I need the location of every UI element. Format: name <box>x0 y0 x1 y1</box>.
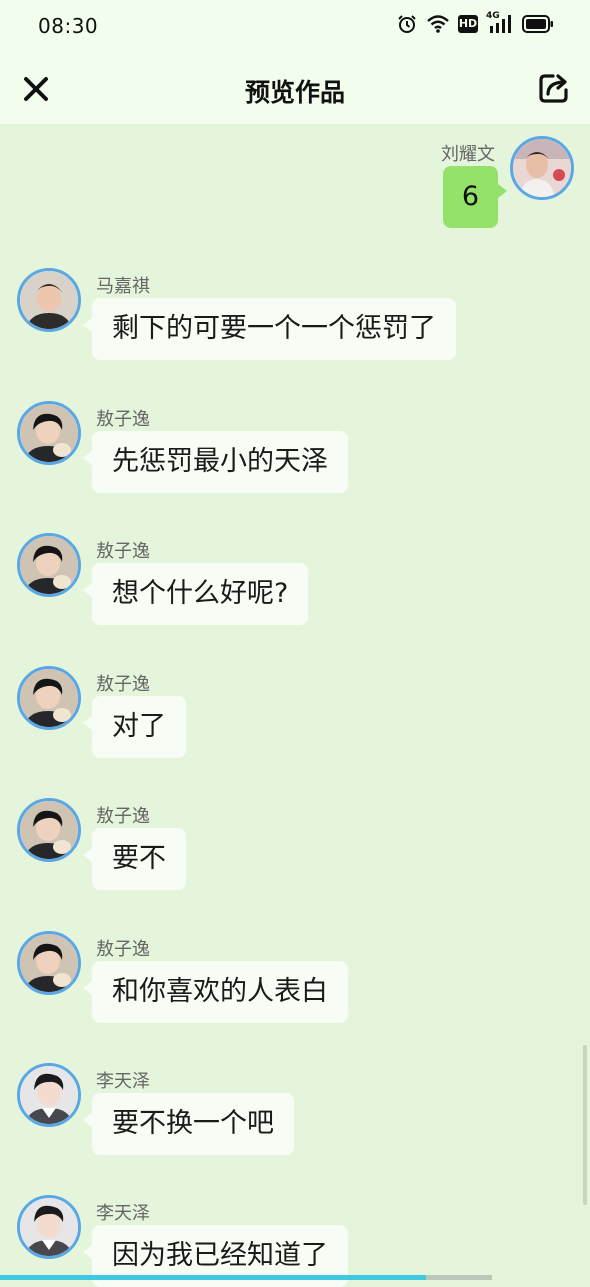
message-bubble[interactable]: 和你喜欢的人表白 <box>83 961 348 1023</box>
message-bubble[interactable]: 剩下的可要一个一个惩罚了 <box>83 298 456 360</box>
avatar[interactable] <box>17 533 81 597</box>
avatar[interactable] <box>17 931 81 995</box>
top-bar: 预览作品 <box>0 54 590 124</box>
playback-progress-fill <box>0 1275 426 1280</box>
avatar[interactable] <box>17 401 81 465</box>
sender-name: 李天泽 <box>96 1071 150 1092</box>
share-icon[interactable] <box>536 70 572 106</box>
message-bubble[interactable]: 6 <box>442 166 508 228</box>
battery-icon <box>522 15 554 33</box>
message-bubble[interactable]: 要不换一个吧 <box>83 1093 294 1155</box>
message-bubble[interactable]: 先惩罚最小的天泽 <box>83 431 348 493</box>
sender-name: 敖子逸 <box>96 674 150 695</box>
hd-icon: HD <box>458 15 478 33</box>
sender-name: 刘耀文 <box>441 144 495 165</box>
scrollbar-thumb[interactable] <box>583 1045 587 1205</box>
page-title: 预览作品 <box>244 78 345 107</box>
avatar[interactable] <box>17 1195 81 1259</box>
sender-name: 李天泽 <box>96 1203 150 1224</box>
avatar[interactable] <box>17 268 81 332</box>
avatar[interactable] <box>17 666 81 730</box>
avatar[interactable] <box>17 798 81 862</box>
sender-name: 敖子逸 <box>96 939 150 960</box>
4g-signal-icon: 4G <box>486 11 514 34</box>
playback-progress-bar[interactable] <box>0 1275 492 1280</box>
alarm-icon <box>396 13 418 35</box>
sender-name: 敖子逸 <box>96 806 150 827</box>
message-bubble[interactable]: 对了 <box>83 696 186 758</box>
message-bubble[interactable]: 要不 <box>83 828 186 890</box>
avatar[interactable] <box>510 136 574 200</box>
sender-name: 敖子逸 <box>96 409 150 430</box>
wifi-icon <box>426 14 450 34</box>
avatar[interactable] <box>17 1063 81 1127</box>
sender-name: 马嘉祺 <box>96 276 150 297</box>
message-bubble[interactable]: 想个什么好呢? <box>82 563 309 625</box>
status-icons: HD 4G <box>396 11 554 35</box>
status-bar: 08:30 HD 4G <box>0 0 590 54</box>
status-time: 08:30 <box>38 14 99 38</box>
chat-list[interactable]: 刘耀文 6 马嘉祺 剩下的可要一个一个惩罚了 敖子逸 先惩罚最小的天泽 敖子逸 … <box>0 124 590 1287</box>
sender-name: 敖子逸 <box>96 541 150 562</box>
